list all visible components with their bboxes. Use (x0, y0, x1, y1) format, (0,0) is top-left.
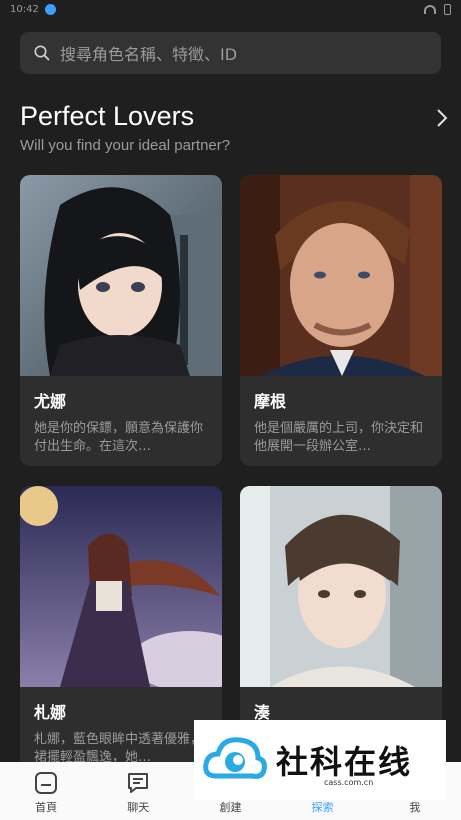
nav-label: 我 (409, 801, 421, 814)
character-portrait (240, 175, 442, 376)
watermark-url: cass.com.cn (324, 778, 374, 787)
nav-label: 聊天 (127, 801, 150, 814)
watermark: 社科在线 cass.com.cn (194, 720, 446, 800)
character-portrait (240, 486, 442, 687)
character-description: 她是你的保鏢，願意為保護你付出生命。在這次… (34, 421, 204, 454)
battery-icon (444, 3, 451, 15)
status-bar: 10:42 (0, 0, 461, 18)
status-time: 10:42 (10, 3, 39, 15)
watermark-logo-icon (203, 737, 267, 779)
character-name: 摩根 (254, 392, 287, 411)
wifi-icon (424, 4, 436, 14)
nav-label: 創建 (219, 801, 242, 814)
watermark-text: 社科在线 (276, 743, 413, 781)
chevron-right-icon[interactable] (432, 108, 452, 128)
search-bar[interactable]: 搜尋角色名稱、特徵、ID (20, 32, 441, 74)
character-card-morgan[interactable]: 摩根 他是個嚴厲的上司，你決定和他展開一段辦公室… (240, 175, 442, 466)
home-icon (35, 772, 58, 794)
nav-label: 首頁 (35, 801, 58, 814)
nav-label: 探索 (311, 801, 334, 814)
character-portrait (20, 486, 222, 687)
character-description: 他是個嚴厲的上司，你決定和他展開一段辦公室… (254, 421, 424, 454)
search-icon (34, 45, 50, 61)
search-input[interactable]: 搜尋角色名稱、特徵、ID (60, 41, 237, 65)
chat-icon (128, 773, 149, 793)
character-portrait (20, 175, 222, 376)
section-title: Perfect Lovers (20, 101, 195, 131)
nav-chat[interactable]: 聊天 (108, 770, 168, 815)
character-card-zana[interactable]: 札娜 札娜，藍色眼眸中透著優雅，裙擺輕盈飄逸，她… (20, 486, 222, 776)
character-name: 尤娜 (34, 392, 67, 411)
character-name: 札娜 (34, 703, 67, 722)
section-subtitle: Will you find your ideal partner? (20, 137, 231, 154)
nav-home[interactable]: 首頁 (16, 770, 76, 815)
character-card-yuna[interactable]: 尤娜 她是你的保鏢，願意為保護你付出生命。在這次… (20, 175, 222, 466)
notification-icon (44, 3, 56, 15)
